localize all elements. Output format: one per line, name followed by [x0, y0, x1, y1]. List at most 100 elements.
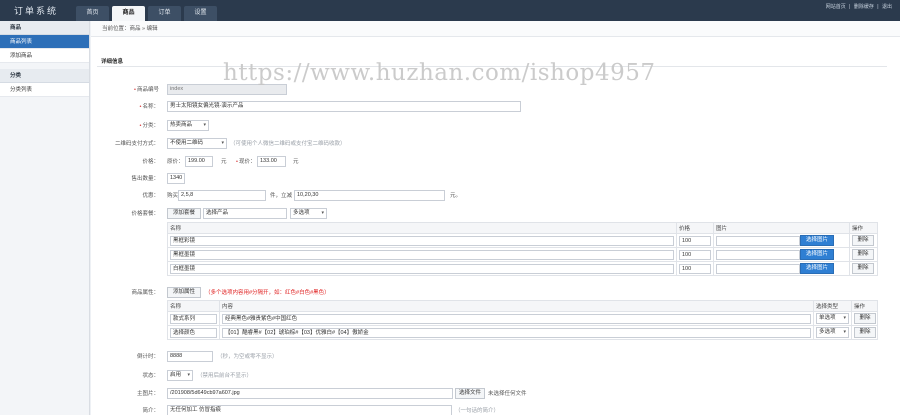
row-qrcode: 二维码支付方式： 不使用二维码 （可使用个人微信二维码或支付宝二维码收款） — [91, 138, 900, 150]
table-header: 名称 价格 图片 操作 — [167, 222, 878, 234]
product-name-input[interactable]: 男士太阳镜女偏光镜-演示产品 — [167, 101, 521, 112]
app-logo: 订单系统 — [14, 7, 59, 17]
row-main-image: 主图片： /201908/5d649cb97a607.jpg 选择文件 未选择任… — [91, 388, 900, 400]
package-mode-select[interactable]: 多选项 — [290, 208, 327, 219]
main-image-label: 主图片： — [136, 391, 159, 397]
table-row: 白框墨镜 100 选择图片 删除 — [167, 261, 878, 276]
package-price-input[interactable]: 100 — [679, 235, 711, 246]
attributes-hint: （多个选项内容用#分隔开，如：红色#白色#黑色） — [205, 290, 330, 296]
intro-input[interactable]: 无任何加工 仿冒指痕 — [167, 405, 452, 415]
table-header: 名称 内容 选择类型 操作 — [167, 300, 878, 312]
package-price-input[interactable]: 100 — [679, 263, 711, 274]
add-attribute-button[interactable]: 添加属性 — [167, 287, 201, 298]
sale-price-label: •现价： — [236, 159, 256, 165]
divider: | — [849, 4, 851, 10]
sale-price-unit: 元 — [293, 159, 299, 165]
delete-button[interactable]: 删除 — [852, 263, 874, 274]
choose-image-button[interactable]: 选择图片 — [800, 249, 834, 260]
countdown-hint: （秒，为空或零不显示） — [217, 354, 278, 360]
tab-products[interactable]: 商品 — [112, 6, 145, 21]
package-name-input[interactable]: 黑框彩镜 — [170, 235, 674, 246]
attribute-name-input[interactable]: 款式系列 — [170, 313, 217, 324]
name-label: •名称： — [139, 104, 159, 110]
clear-cache-link[interactable]: 删除缓存 — [854, 4, 874, 10]
column-header: 内容 — [219, 300, 814, 312]
discount-prefix: 购买 — [167, 193, 179, 199]
column-header: 操作 — [851, 300, 878, 312]
package-image-input[interactable] — [716, 249, 800, 260]
countdown-label: 倒计时： — [136, 354, 159, 360]
category-label: •分类： — [139, 123, 159, 129]
sale-price-input[interactable]: 133.00 — [257, 156, 286, 167]
countdown-input[interactable]: 8888 — [167, 351, 213, 362]
table-row: 款式系列 经典黑色#雅贵紫色#中国红色 单选项 删除 — [167, 311, 878, 326]
column-header: 价格 — [676, 222, 714, 234]
tab-home[interactable]: 首页 — [76, 6, 109, 21]
discount-label: 优惠： — [142, 193, 159, 199]
row-countdown: 倒计时： 8888 （秒，为空或零不显示） — [91, 351, 900, 363]
top-links: 网站首页 | 删除缓存 | 退出 — [824, 3, 892, 10]
select-product-input[interactable]: 选择产品 — [203, 208, 287, 219]
divider: | — [877, 4, 879, 10]
choose-file-button[interactable]: 选择文件 — [455, 388, 485, 399]
column-header: 图片 — [713, 222, 850, 234]
sales-input[interactable]: 1340 — [167, 173, 185, 184]
sidebar-item-product-list[interactable]: 商品列表 — [0, 35, 89, 49]
original-price-input[interactable]: 199.00 — [185, 156, 213, 167]
delete-button[interactable]: 删除 — [854, 313, 876, 324]
delete-button[interactable]: 删除 — [852, 235, 874, 246]
row-intro: 简介： 无任何加工 仿冒指痕 （一句话的简介） — [91, 405, 900, 415]
attribute-name-input[interactable]: 选择颜色 — [170, 327, 217, 338]
package-image-input[interactable] — [716, 235, 800, 246]
package-name-input[interactable]: 黑框墨镜 — [170, 249, 674, 260]
package-price-input[interactable]: 100 — [679, 249, 711, 260]
attribute-content-input[interactable]: 经典黑色#雅贵紫色#中国红色 — [222, 313, 811, 324]
attribute-content-input[interactable]: 【01】酷睿黑#【02】琥珀棕#【03】优雅白#【04】傲娇金 — [222, 327, 811, 338]
logout-link[interactable]: 退出 — [882, 4, 892, 10]
package-name-input[interactable]: 白框墨镜 — [170, 263, 674, 274]
row-price-options: 价格套餐： 添加套餐 选择产品 多选项 — [91, 208, 900, 220]
qrcode-select[interactable]: 不使用二维码 — [167, 138, 227, 149]
column-header: 操作 — [849, 222, 878, 234]
sku-label: •商品编号 — [134, 87, 159, 93]
top-bar: 订单系统 首页 商品 订单 设置 网站首页 | 删除缓存 | 退出 — [0, 0, 900, 21]
discount-amount-input[interactable]: 10,20,30 — [294, 190, 445, 201]
delete-button[interactable]: 删除 — [852, 249, 874, 260]
category-select[interactable]: 热卖商品 — [167, 120, 209, 131]
site-home-link[interactable]: 网站首页 — [826, 4, 846, 10]
attributes-table: 名称 内容 选择类型 操作 款式系列 经典黑色#雅贵紫色#中国红色 单选项 删除… — [167, 300, 878, 340]
intro-label: 简介： — [142, 408, 159, 414]
status-hint: （禁用后前台不显示） — [197, 373, 253, 379]
status-label: 状态： — [142, 373, 159, 379]
package-image-input[interactable] — [716, 263, 800, 274]
main-image-path-input[interactable]: /201908/5d649cb97a607.jpg — [167, 388, 453, 399]
row-name: •名称： 男士太阳镜女偏光镜-演示产品 — [91, 101, 900, 113]
sidebar-item-category-list[interactable]: 分类列表 — [0, 83, 89, 97]
attributes-label: 商品属性： — [131, 290, 159, 296]
row-discount: 优惠： 购买 2,5,8 件，立减 10,20,30 元。 — [91, 190, 900, 202]
tab-orders[interactable]: 订单 — [148, 6, 181, 21]
attribute-type-select[interactable]: 多选项 — [816, 327, 849, 338]
row-status: 状态： 启用 （禁用后前台不显示） — [91, 370, 900, 382]
add-package-button[interactable]: 添加套餐 — [167, 208, 201, 219]
discount-count-input[interactable]: 2,5,8 — [178, 190, 266, 201]
sales-label: 售出数量： — [131, 176, 159, 182]
watermark: https://www.huzhan.com/ishop4957 — [223, 60, 656, 86]
price-options-label: 价格套餐： — [131, 211, 159, 217]
choose-image-button[interactable]: 选择图片 — [800, 235, 834, 246]
qrcode-label: 二维码支付方式： — [114, 141, 159, 147]
sidebar-group-categories: 分类 — [0, 69, 89, 83]
status-select[interactable]: 启用 — [167, 370, 193, 381]
sidebar-item-add-product[interactable]: 添加商品 — [0, 49, 89, 63]
price-options-table: 名称 价格 图片 操作 黑框彩镜 100 选择图片 删除 黑框墨镜 100 选择… — [167, 222, 878, 276]
delete-button[interactable]: 删除 — [854, 327, 876, 338]
section-title: 详细信息 — [101, 59, 124, 65]
tab-settings[interactable]: 设置 — [184, 6, 217, 21]
discount-middle: 件，立减 — [270, 193, 293, 199]
row-attributes: 商品属性： 添加属性 （多个选项内容用#分隔开，如：红色#白色#黑色） — [91, 287, 900, 299]
breadcrumb: 当前位置：商品 » 编辑 — [91, 21, 900, 37]
original-price-label: 原价： — [167, 159, 184, 165]
table-row: 选择颜色 【01】酷睿黑#【02】琥珀棕#【03】优雅白#【04】傲娇金 多选项… — [167, 325, 878, 340]
choose-image-button[interactable]: 选择图片 — [800, 263, 834, 274]
attribute-type-select[interactable]: 单选项 — [816, 313, 849, 324]
